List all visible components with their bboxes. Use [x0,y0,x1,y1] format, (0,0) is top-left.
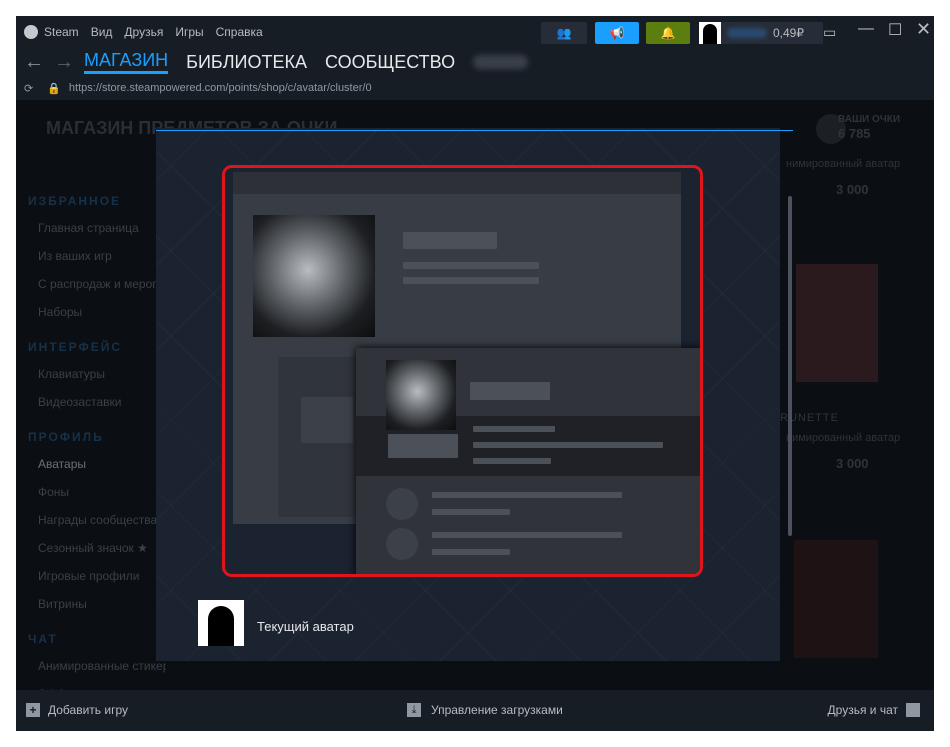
lock-icon: 🔒 [47,82,61,95]
url-text[interactable]: https://store.steampowered.com/points/sh… [69,82,372,94]
sidebar-item[interactable]: Из ваших игр [28,242,166,270]
menu-steam[interactable]: Steam [44,25,79,39]
steam-logo-icon [24,25,38,39]
points-value: 6 785 [838,126,871,141]
main-nav: ← → МАГАЗИН БИБЛИОТЕКА СООБЩЕСТВО [16,48,934,76]
modal-progress-line [156,130,793,131]
friends-chat-button[interactable]: Друзья и чат [828,703,920,717]
footer-bar: + Добавить игру ⤓ Управление загрузками … [16,690,934,731]
tab-library[interactable]: БИБЛИОТЕКА [186,52,307,73]
menu-games[interactable]: Игры [175,25,203,39]
sidebar-item[interactable]: Видеозаставки [28,388,166,416]
minimize-icon[interactable]: — [858,20,874,38]
sidebar-item[interactable]: С распродаж и меропр [28,270,166,298]
download-icon: ⤓ [407,703,421,717]
megaphone-icon[interactable]: 📢 [595,22,639,44]
sidebar-item[interactable]: Анимированные стикер [28,652,166,680]
preview-mini-profile [356,348,700,574]
menu-view[interactable]: Вид [91,25,113,39]
downloads-button[interactable]: ⤓ Управление загрузками [407,703,563,717]
card-image[interactable] [796,264,878,382]
sidebar-item[interactable]: Наборы [28,298,166,326]
menu-friends[interactable]: Друзья [124,25,163,39]
avatar [699,22,721,44]
wallet-balance: 0,49₽ [773,26,804,40]
sidebar-heading: ПРОФИЛЬ [28,430,104,444]
add-game-button[interactable]: + Добавить игру [26,703,128,717]
maximize-icon[interactable]: ☐ [888,20,902,40]
card-type: нимированный аватар [786,432,901,444]
card-price[interactable]: 3 000 [836,182,869,197]
friends-icon [906,703,920,717]
preview-avatar-small [386,360,456,430]
sidebar-item[interactable]: Клавиатуры [28,360,166,388]
steam-window: Steam Вид Друзья Игры Справка 👥 📢 🔔 0,49… [16,16,934,731]
current-avatar-label: Текущий аватар [257,619,354,634]
reload-icon[interactable]: ⟳ [24,82,33,95]
tab-community[interactable]: СООБЩЕСТВО [325,52,455,73]
sidebar-heading: ИНТЕРФЕЙС [28,340,123,354]
sidebar-item[interactable]: Витрины [28,590,166,618]
friends-icon[interactable]: 👥 [541,22,587,44]
modal-scrollbar[interactable] [788,196,792,536]
username-tab-blurred[interactable] [473,55,529,69]
add-game-label: Добавить игру [48,703,128,717]
sidebar-heading: ЧАТ [28,632,58,646]
points-label: ВАШИ ОЧКИ [838,114,901,125]
sidebar-item[interactable]: Награды сообщества [28,506,166,534]
account-button[interactable]: 0,49₽ [699,22,823,44]
card-price[interactable]: 3 000 [836,456,869,471]
sidebar-item[interactable]: Главная страница [28,214,166,242]
monitor-icon[interactable]: ▭ [823,24,836,41]
sidebar: ИЗБРАННОЕ Главная страница Из ваших игр … [16,100,166,701]
url-bar: ⟳ 🔒 https://store.steampowered.com/point… [16,76,934,100]
card-type: нимированный аватар [786,158,901,170]
menu-help[interactable]: Справка [216,25,263,39]
sidebar-item[interactable]: Игровые профили [28,562,166,590]
sidebar-item-avatars[interactable]: Аватары [28,450,166,478]
tab-store[interactable]: МАГАЗИН [84,50,169,74]
card-image[interactable] [794,540,878,658]
bell-icon[interactable]: 🔔 [646,22,690,44]
downloads-label: Управление загрузками [431,703,563,717]
sidebar-item[interactable]: Фоны [28,478,166,506]
forward-arrow-icon[interactable]: → [54,51,74,74]
friends-chat-label: Друзья и чат [827,703,898,717]
back-arrow-icon[interactable]: ← [24,51,44,74]
preview-avatar-large [253,215,375,337]
plus-icon: + [26,703,40,717]
sidebar-item[interactable]: Сезонный значок ★ [28,534,166,562]
sidebar-heading: ИЗБРАННОЕ [28,194,122,208]
current-avatar-image [198,600,244,646]
close-icon[interactable]: ✕ [916,19,931,40]
profile-preview-highlight [222,165,703,577]
